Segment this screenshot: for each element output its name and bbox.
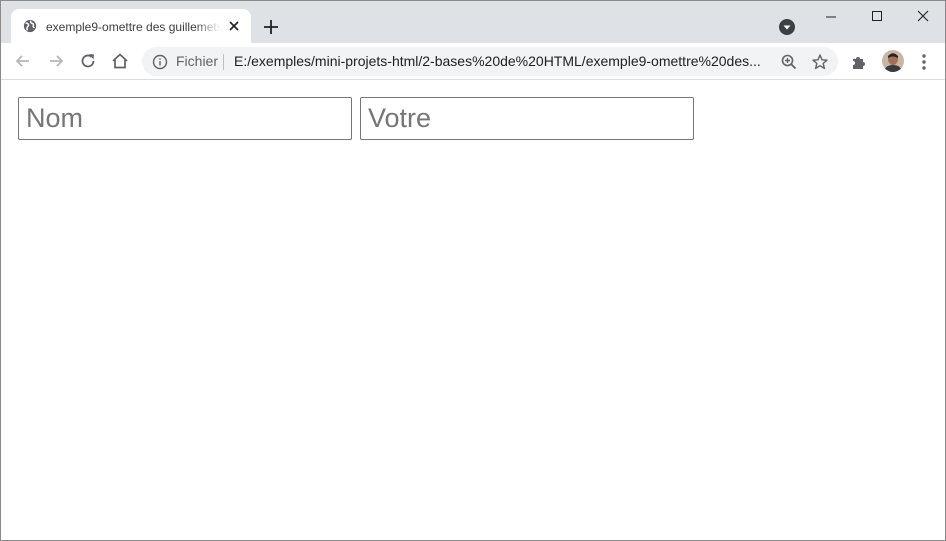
page-content [1,81,945,540]
name-input[interactable] [18,97,352,140]
zoom-icon[interactable] [780,53,798,71]
globe-icon [23,19,37,33]
avatar[interactable] [882,50,904,72]
reload-icon[interactable] [78,51,98,71]
omnibox-divider [223,54,224,70]
kebab-menu-icon[interactable] [915,52,933,72]
maximize-icon[interactable] [865,5,889,27]
arrow-left-icon[interactable] [13,51,33,71]
toolbar: Fichier E:/exemples/mini-projets-html/2-… [1,43,945,80]
star-icon[interactable] [811,53,829,71]
scheme-label: Fichier [176,53,219,69]
minimize-icon[interactable] [819,7,843,27]
profile-photo-icon [882,50,904,72]
info-icon[interactable] [152,54,168,70]
plus-icon[interactable] [261,17,281,37]
home-icon[interactable] [110,51,130,71]
arrow-right-icon[interactable] [46,51,66,71]
votre-input[interactable] [360,97,694,140]
puzzle-icon[interactable] [850,53,868,71]
address-bar[interactable]: Fichier E:/exemples/mini-projets-html/2-… [142,47,838,76]
tab-active[interactable]: exemple9-omettre des guillemets [11,9,251,43]
tab-title: exemple9-omettre des guillemets [46,20,221,34]
browser-window: exemple9-omettre des guillemets Fichier … [0,0,946,541]
close-icon[interactable] [226,18,242,34]
url-text[interactable]: E:/exemples/mini-projets-html/2-bases%20… [234,53,764,70]
tab-strip: exemple9-omettre des guillemets [1,1,945,43]
window-close-icon[interactable] [911,5,935,27]
tab-search-icon[interactable] [778,18,796,36]
